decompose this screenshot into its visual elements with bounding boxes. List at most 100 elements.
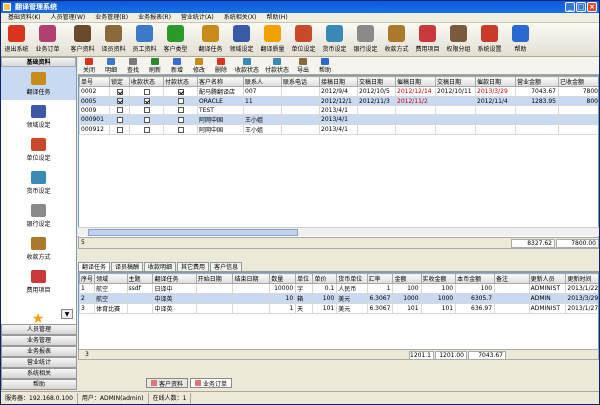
row-checkbox[interactable] [178, 116, 184, 123]
menu-item-2[interactable]: 业务管理(B) [90, 13, 133, 22]
sidebar-group-button-5[interactable]: 帮助 [1, 379, 77, 390]
sub-toolbar-button-9[interactable]: 导出 [292, 57, 314, 74]
sidebar-item-1[interactable]: 领域设定 [1, 100, 76, 133]
toolbar-button-0[interactable]: 退出系统 [1, 23, 32, 57]
sidebar-group-button-2[interactable]: 业务报表 [1, 346, 77, 357]
tasks-row[interactable]: 3 体育比赛 中译英 1 天 101 美元 6.3067 101 101 636.97 ADMINIS… [79, 303, 598, 314]
sub-toolbar-button-1[interactable]: 明细 [100, 57, 122, 74]
orders-col-header-1[interactable]: 锁定 [109, 76, 130, 87]
row-checkbox[interactable] [144, 116, 150, 123]
sub-toolbar-button-6[interactable]: 删除 [210, 57, 232, 74]
sidebar-item-5[interactable]: 收款方式 [1, 232, 76, 265]
scroll-thumb[interactable] [88, 229, 298, 236]
toolbar-button-3[interactable]: 译员资料 [98, 23, 129, 57]
orders-col-header-6[interactable]: 联系电话 [281, 76, 320, 87]
orders-row[interactable]: 000901 阿网中国 王小姐 2013/4/1 [79, 114, 598, 125]
menu-item-1[interactable]: 人员管理(W) [46, 13, 91, 22]
tasks-col-header-16[interactable]: 更新时间 [565, 273, 598, 284]
tab-detail-2[interactable]: 收款明细 [144, 262, 177, 271]
tasks-col-header-15[interactable]: 更新人员 [528, 273, 567, 284]
orders-col-header-2[interactable]: 收款状态 [129, 76, 164, 87]
orders-col-header-10[interactable]: 交稿日期 [435, 76, 476, 87]
sidebar-more-button[interactable]: ▼ [61, 309, 73, 319]
sidebar-item-3[interactable]: 货币设定 [1, 166, 76, 199]
orders-col-header-11[interactable]: 催款日期 [475, 76, 516, 87]
tasks-col-header-1[interactable]: 领域 [94, 273, 128, 284]
sub-toolbar-button-5[interactable]: 修改 [188, 57, 210, 74]
orders-hscrollbar[interactable] [78, 227, 599, 236]
toolbar-button-7[interactable]: 领域设定 [226, 23, 257, 57]
tasks-col-header-14[interactable]: 备注 [494, 273, 530, 284]
tasks-col-header-11[interactable]: 金额 [392, 273, 422, 284]
tasks-col-header-7[interactable]: 单位 [295, 273, 314, 284]
sidebar-item-2[interactable]: 单位设定 [1, 133, 76, 166]
menu-item-3[interactable]: 业务报表(R) [133, 13, 176, 22]
orders-col-header-7[interactable]: 接稿日期 [319, 76, 358, 87]
toolbar-button-11[interactable]: 银行设定 [350, 23, 381, 57]
sub-toolbar-button-2[interactable]: 查找 [122, 57, 144, 74]
sub-toolbar-button-3[interactable]: 刷新 [144, 57, 166, 74]
orders-col-header-8[interactable]: 交稿日期 [357, 76, 396, 87]
document-tab-0[interactable]: 客户资料 [146, 378, 189, 388]
row-checkbox[interactable] [178, 98, 184, 104]
row-checkbox[interactable] [178, 88, 184, 95]
row-checkbox[interactable] [178, 107, 184, 113]
row-checkbox[interactable] [117, 107, 123, 113]
sidebar-group-button-1[interactable]: 业务管理 [1, 335, 77, 346]
tasks-col-header-12[interactable]: 实收金额 [420, 273, 457, 284]
row-checkbox[interactable] [117, 98, 123, 104]
orders-col-header-12[interactable]: 营业金额 [515, 76, 559, 87]
sidebar-item-4[interactable]: 银行设定 [1, 199, 76, 232]
toolbar-button-16[interactable]: 帮助 [505, 23, 536, 57]
toolbar-button-1[interactable]: 业务订单 [32, 23, 63, 57]
tasks-col-header-8[interactable]: 单价 [312, 273, 338, 284]
orders-col-header-0[interactable]: 单号 [79, 76, 110, 87]
orders-row[interactable]: 000912 阿网中国 王小姐 2013/4/1 [79, 124, 598, 135]
toolbar-button-2[interactable]: 客户资料 [67, 23, 98, 57]
tasks-row[interactable]: 2 航空 中译英 10 箱 100 美元 6.3067 1000 1000 6305.7 ADMIN 2… [79, 293, 598, 304]
orders-row[interactable]: 0009 TEST 2013/4/1 [79, 105, 598, 115]
sidebar-group-button-0[interactable]: 人员管理 [1, 324, 77, 335]
sidebar-group-button-4[interactable]: 系统相关 [1, 368, 77, 379]
toolbar-button-6[interactable]: 翻译任务 [195, 23, 226, 57]
orders-col-header-9[interactable]: 催稿日期 [395, 76, 436, 87]
orders-col-header-13[interactable]: 已收金额 [558, 76, 598, 87]
sidebar-item-6[interactable]: 费用项目 [1, 265, 76, 298]
tasks-col-header-6[interactable]: 数量 [269, 273, 297, 284]
sidebar-item-0[interactable]: 翻译任务 [1, 67, 76, 100]
sub-toolbar-button-4[interactable]: 新增 [166, 57, 188, 74]
tasks-row[interactable]: 1 航空 ssdf 日译中 10000 字 0.1 人民币 1 100 100 100 ADMINIST… [79, 283, 598, 294]
tab-detail-0[interactable]: 翻译任务 [78, 262, 111, 271]
orders-col-header-3[interactable]: 付款状态 [163, 76, 198, 87]
tasks-col-header-2[interactable]: 主题 [126, 273, 154, 284]
sub-toolbar-button-10[interactable]: 帮助 [314, 57, 336, 74]
maximize-button[interactable]: □ [576, 2, 586, 12]
tasks-col-header-13[interactable]: 本币金额 [455, 273, 496, 284]
tab-detail-1[interactable]: 译员稿酬 [111, 262, 144, 271]
row-checkbox[interactable] [144, 126, 150, 133]
sub-toolbar-button-8[interactable]: 付款状态 [262, 57, 292, 74]
toolbar-button-15[interactable]: 系统设置 [474, 23, 505, 57]
sidebar-group-button-3[interactable]: 营业统计 [1, 357, 77, 368]
toolbar-button-4[interactable]: 员工资料 [129, 23, 160, 57]
row-checkbox[interactable] [117, 88, 123, 95]
tab-detail-4[interactable]: 客户信息 [210, 262, 243, 271]
document-tab-1[interactable]: 业务订单 [190, 378, 233, 388]
orders-row[interactable]: 0002 配马腾翻译店 007 2012/9/4 2012/10/5 2012/12/14… [79, 86, 598, 97]
tasks-col-header-4[interactable]: 开始日期 [195, 273, 234, 284]
menu-item-4[interactable]: 营业统计(A) [176, 13, 219, 22]
menu-item-6[interactable]: 帮助(H) [262, 13, 293, 22]
sidebar-header[interactable]: 基础资料 [1, 57, 76, 67]
tasks-col-header-3[interactable]: 翻译任务 [152, 273, 197, 284]
toolbar-button-10[interactable]: 货币设定 [319, 23, 350, 57]
orders-row[interactable]: 0005 ORACLE 11 2012/12/1 2012/11/3 2012/11/2 2… [79, 96, 598, 106]
toolbar-button-5[interactable]: 客户类型 [160, 23, 191, 57]
toolbar-button-8[interactable]: 翻译质量 [257, 23, 288, 57]
toolbar-button-9[interactable]: 单位设定 [288, 23, 319, 57]
tab-detail-3[interactable]: 其它费用 [177, 262, 210, 271]
tasks-col-header-0[interactable]: 序号 [79, 273, 96, 284]
toolbar-button-12[interactable]: 收款方式 [381, 23, 412, 57]
orders-col-header-4[interactable]: 客户名称 [197, 76, 244, 87]
toolbar-button-13[interactable]: 费用项目 [412, 23, 443, 57]
row-checkbox[interactable] [144, 107, 150, 113]
